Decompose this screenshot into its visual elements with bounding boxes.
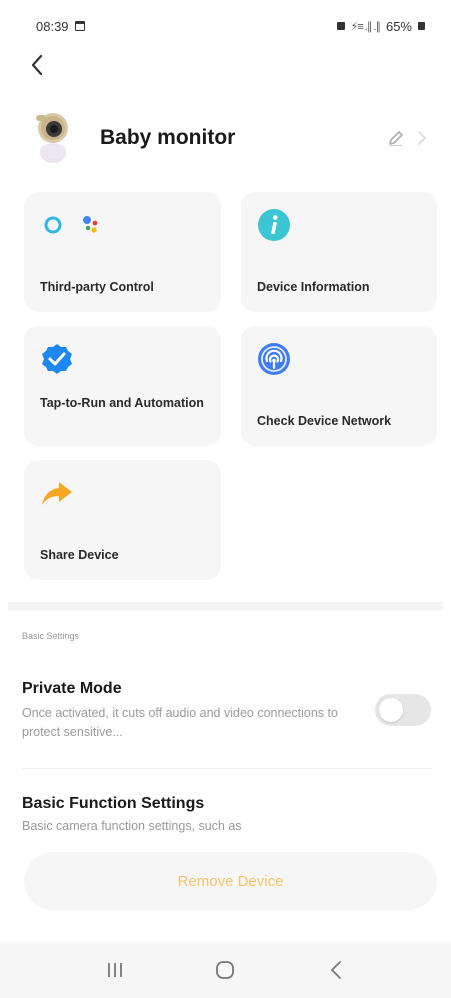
card-third-party-control[interactable]: Third-party Control xyxy=(24,192,221,312)
recent-apps-button[interactable] xyxy=(95,950,135,990)
status-bar: 08:39 ⚡≡ .∥ .∥ 65% xyxy=(0,0,451,52)
card-label: Share Device xyxy=(40,548,119,562)
card-label: Tap-to-Run and Automation xyxy=(40,396,204,410)
private-mode-title: Private Mode xyxy=(22,680,122,697)
card-share-device[interactable]: Share Device xyxy=(24,460,221,580)
chevron-right-icon xyxy=(418,131,427,145)
back-button[interactable] xyxy=(20,48,54,82)
remove-device-button[interactable]: Remove Device xyxy=(24,852,437,910)
home-icon xyxy=(216,961,235,979)
toggle-knob xyxy=(379,698,403,722)
recent-apps-icon xyxy=(108,963,123,977)
private-mode-toggle[interactable] xyxy=(375,694,431,726)
share-arrow-icon xyxy=(40,476,74,510)
section-divider xyxy=(8,602,443,610)
section-title-basic-settings: Basic Settings xyxy=(22,631,80,641)
back-nav-button[interactable] xyxy=(316,950,356,990)
private-mode-row: Private Mode Once activated, it cuts off… xyxy=(22,680,431,760)
basic-function-description: Basic camera function settings, such as xyxy=(22,819,242,833)
status-right: ⚡≡ .∥ .∥ 65% xyxy=(336,18,425,34)
device-header: Baby monitor xyxy=(26,108,431,168)
status-left: 08:39 xyxy=(36,19,85,34)
device-name: Baby monitor xyxy=(100,126,236,149)
battery-icon xyxy=(418,22,425,30)
private-mode-description: Once activated, it cuts off audio and vi… xyxy=(22,706,338,739)
device-camera-image xyxy=(26,109,84,167)
checkmark-badge-icon xyxy=(40,342,74,376)
row-divider xyxy=(22,768,431,769)
card-label: Check Device Network xyxy=(257,414,392,428)
notification-icon xyxy=(336,22,345,30)
card-tap-to-run-automation[interactable]: Tap-to-Run and Automation xyxy=(24,326,221,446)
chevron-left-icon xyxy=(31,54,43,76)
home-button[interactable] xyxy=(205,950,245,990)
card-device-information[interactable]: Device Information xyxy=(241,192,437,312)
card-label: Device Information xyxy=(257,280,370,294)
basic-function-title: Basic Function Settings xyxy=(22,795,205,812)
calendar-icon xyxy=(74,21,85,31)
card-check-device-network[interactable]: Check Device Network xyxy=(241,326,437,446)
signal-icons: ⚡≡ .∥ .∥ xyxy=(350,20,381,33)
pencil-icon xyxy=(389,131,403,147)
battery-level: 65% xyxy=(385,18,412,34)
info-icon xyxy=(257,208,291,242)
card-label: Third-party Control xyxy=(40,280,154,294)
alexa-google-assistant-icon xyxy=(40,208,110,242)
status-time: 08:39 xyxy=(36,18,69,34)
network-signal-icon xyxy=(257,342,291,376)
basic-function-settings-row[interactable]: Basic Function Settings Basic camera fun… xyxy=(22,795,431,837)
back-arrow-icon xyxy=(330,961,341,979)
device-detail-chevron[interactable] xyxy=(413,123,431,153)
edit-name-button[interactable] xyxy=(381,123,411,153)
system-nav-bar xyxy=(0,942,451,998)
